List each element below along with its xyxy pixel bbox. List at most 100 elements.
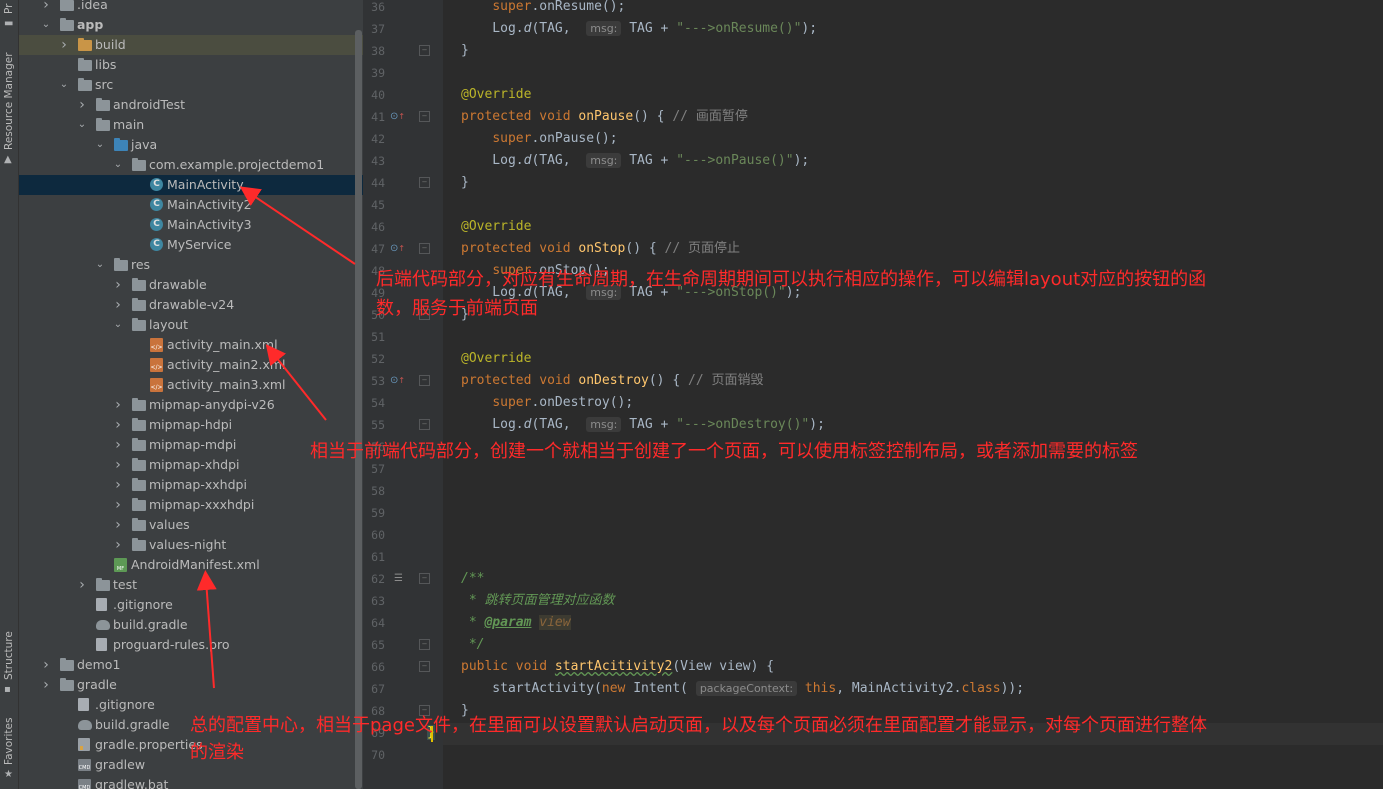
tree-node-label: MainActivity xyxy=(167,177,244,192)
override-method-icon[interactable]: ⊙↑ xyxy=(390,111,405,122)
code-line-67: startActivity(new Intent( packageContext… xyxy=(461,681,1025,696)
tree-node-label: AndroidManifest.xml xyxy=(131,557,260,572)
fold-marker[interactable]: − xyxy=(419,639,430,650)
chevron-right-icon[interactable]: › xyxy=(41,675,51,695)
folder-icon xyxy=(60,678,74,692)
tree-node[interactable]: › drawable xyxy=(19,275,363,295)
line-number: 37 xyxy=(371,22,385,36)
fold-marker[interactable]: − xyxy=(419,111,430,122)
fold-marker[interactable]: − xyxy=(419,661,430,672)
chevron-down-icon[interactable]: ⌄ xyxy=(59,75,69,95)
doc-render-icon[interactable]: ☰ xyxy=(394,573,403,584)
tree-node[interactable]: C MainActivity xyxy=(19,175,363,195)
tree-node[interactable]: › .idea xyxy=(19,0,363,15)
override-method-icon[interactable]: ⊙↑ xyxy=(390,243,405,254)
chevron-down-icon[interactable]: ⌄ xyxy=(113,155,123,175)
favorites-tab[interactable]: Favorites ★ xyxy=(0,715,18,789)
tree-node[interactable]: ⌄ main xyxy=(19,115,363,135)
gradle-icon xyxy=(96,618,110,632)
tree-node[interactable]: › androidTest xyxy=(19,95,363,115)
tree-node[interactable]: › values xyxy=(19,515,363,535)
fold-marker[interactable]: − xyxy=(419,419,430,430)
line-number: 53 xyxy=(371,374,385,388)
tree-node-label: test xyxy=(113,577,138,592)
tree-node[interactable]: C MainActivity2 xyxy=(19,195,363,215)
tree-node[interactable]: proguard-rules.pro xyxy=(19,635,363,655)
tree-node[interactable]: › build xyxy=(19,35,363,55)
tree-node[interactable]: › gradle xyxy=(19,675,363,695)
chevron-right-icon[interactable]: › xyxy=(41,655,51,675)
tree-node[interactable]: libs xyxy=(19,55,363,75)
chevron-right-icon[interactable]: › xyxy=(113,535,123,555)
tree-node[interactable]: ⌄ java xyxy=(19,135,363,155)
chevron-right-icon[interactable]: › xyxy=(113,475,123,495)
structure-tab[interactable]: Structure ▪ xyxy=(0,630,18,700)
tree-node[interactable]: </> activity_main.xml xyxy=(19,335,363,355)
tree-node-label: mipmap-xhdpi xyxy=(149,457,240,472)
line-number: 55 xyxy=(371,418,385,432)
fold-marker[interactable]: − xyxy=(419,45,430,56)
chevron-right-icon[interactable]: › xyxy=(41,0,51,15)
tree-node[interactable]: C MyService xyxy=(19,235,363,255)
tree-node[interactable]: ⌄ app xyxy=(19,15,363,35)
tree-node[interactable]: ⌄ res xyxy=(19,255,363,275)
tree-node[interactable]: C MainActivity3 xyxy=(19,215,363,235)
chevron-right-icon[interactable]: › xyxy=(113,395,123,415)
xml-file-icon: </> xyxy=(150,338,164,352)
chevron-right-icon[interactable]: › xyxy=(113,455,123,475)
favorites-label: Favorites xyxy=(3,717,15,765)
tree-node[interactable]: ⌄ layout xyxy=(19,315,363,335)
tree-node[interactable]: › values-night xyxy=(19,535,363,555)
line-number: 36 xyxy=(371,0,385,14)
tree-node[interactable]: </> activity_main2.xml xyxy=(19,355,363,375)
tree-node[interactable]: </> activity_main3.xml xyxy=(19,375,363,395)
resource-manager-label: Resource Manager xyxy=(3,52,15,150)
fold-marker[interactable]: − xyxy=(419,375,430,386)
chevron-right-icon[interactable]: › xyxy=(77,575,87,595)
fold-marker[interactable]: − xyxy=(419,573,430,584)
chevron-down-icon[interactable]: ⌄ xyxy=(95,135,105,155)
tree-node[interactable]: › mipmap-hdpi xyxy=(19,415,363,435)
override-method-icon[interactable]: ⊙↑ xyxy=(390,375,405,386)
line-number: 38 xyxy=(371,44,385,58)
tree-node[interactable]: › test xyxy=(19,575,363,595)
chevron-right-icon[interactable]: › xyxy=(113,435,123,455)
tree-node[interactable]: › mipmap-xxxhdpi xyxy=(19,495,363,515)
structure-icon: ▪ xyxy=(4,684,11,695)
chevron-down-icon[interactable]: ⌄ xyxy=(95,255,105,275)
tree-node[interactable]: MF AndroidManifest.xml xyxy=(19,555,363,575)
tree-node-label: build.gradle xyxy=(95,717,170,732)
tree-node[interactable]: › demo1 xyxy=(19,655,363,675)
fold-marker[interactable]: − xyxy=(419,177,430,188)
tree-node[interactable]: › mipmap-xxhdpi xyxy=(19,475,363,495)
tree-node[interactable]: .gitignore xyxy=(19,695,363,715)
tree-node[interactable]: build.gradle xyxy=(19,615,363,635)
chevron-right-icon[interactable]: › xyxy=(77,95,87,115)
tree-node[interactable]: .gitignore xyxy=(19,595,363,615)
chevron-right-icon[interactable]: › xyxy=(113,415,123,435)
tree-node-label: mipmap-anydpi-v26 xyxy=(149,397,275,412)
chevron-right-icon[interactable]: › xyxy=(113,295,123,315)
chevron-down-icon[interactable]: ⌄ xyxy=(77,115,87,135)
line-number: 66 xyxy=(371,660,385,674)
line-number: 60 xyxy=(371,528,385,542)
gradle-icon xyxy=(78,718,92,732)
project-tool-tab[interactable]: Pr ▬ xyxy=(0,0,18,32)
chevron-right-icon[interactable]: › xyxy=(113,275,123,295)
tree-node[interactable]: ⌄ src xyxy=(19,75,363,95)
resource-manager-tab[interactable]: Resource Manager ▲ xyxy=(0,50,18,170)
tree-node[interactable]: ⌄ com.example.projectdemo1 xyxy=(19,155,363,175)
folder-icon xyxy=(132,538,146,552)
tree-node[interactable]: CMD gradlew.bat xyxy=(19,775,363,789)
tree-node[interactable]: › drawable-v24 xyxy=(19,295,363,315)
fold-marker[interactable]: − xyxy=(419,243,430,254)
tree-node-label: gradlew xyxy=(95,757,146,772)
chevron-down-icon[interactable]: ⌄ xyxy=(41,15,51,35)
chevron-right-icon[interactable]: › xyxy=(59,35,69,55)
chevron-down-icon[interactable]: ⌄ xyxy=(113,315,123,335)
project-scrollbar[interactable] xyxy=(355,30,362,789)
tree-node[interactable]: › mipmap-anydpi-v26 xyxy=(19,395,363,415)
chevron-right-icon[interactable]: › xyxy=(113,515,123,535)
chevron-right-icon[interactable]: › xyxy=(113,495,123,515)
code-line-43: Log.d(TAG, msg: TAG + "--->onPause()"); xyxy=(461,153,810,168)
